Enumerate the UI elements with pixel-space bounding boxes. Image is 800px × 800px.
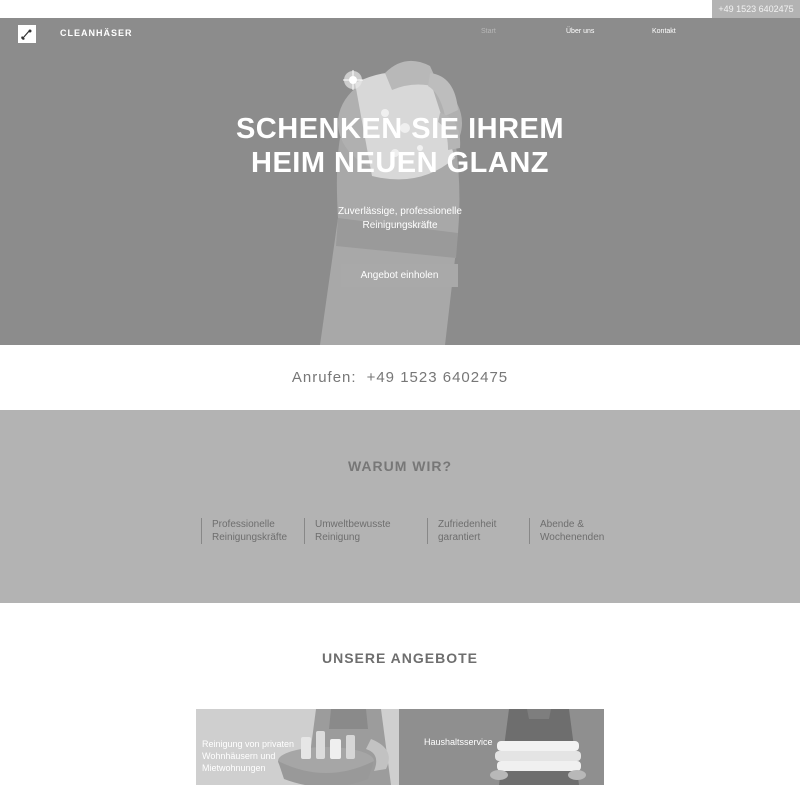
hero-subtitle-line-2: Reinigungskräfte [362, 220, 438, 231]
offer-card-label: Reinigung von privaten Wohnhäusern und M… [202, 738, 294, 774]
hero-subtitle: Zuverlässige, professionelle Reinigungsk… [0, 205, 800, 233]
gloved-hand-sponge-image [320, 60, 462, 345]
why-item-line-2: Wochenenden [540, 532, 605, 543]
brand-logo[interactable] [18, 25, 36, 43]
hero-title: SCHENKEN SIE IHREM HEIM NEUEN GLANZ [0, 112, 800, 180]
why-item: Zufriedenheit garantiert [427, 518, 496, 544]
hero-subtitle-line-1: Zuverlässige, professionelle [338, 206, 462, 217]
top-bar: +49 1523 6402475 [0, 0, 800, 18]
why-item-line-1: Zufriedenheit [438, 519, 497, 530]
call-phone[interactable]: +49 1523 6402475 [367, 369, 509, 386]
why-item: Professionelle Reinigungskräfte [201, 518, 287, 544]
topbar-phone[interactable]: +49 1523 6402475 [712, 0, 800, 18]
offer-card-label: Haushaltsservice [424, 737, 493, 747]
why-item-line-2: Reinigungskräfte [212, 532, 288, 543]
why-title: WARUM WIR? [347, 458, 453, 474]
call-label: Anrufen: [291, 369, 357, 386]
brand-name[interactable]: CLEANHÄSER [60, 28, 133, 38]
broom-logo-icon [21, 29, 32, 40]
offers-title: UNSERE ANGEBOTE [321, 650, 479, 666]
why-item-line-1: Umweltbewusste [315, 519, 391, 530]
nav-start[interactable]: Start [481, 28, 496, 35]
nav-contact[interactable]: Kontakt [652, 28, 676, 35]
get-quote-button[interactable]: Angebot einholen [341, 264, 458, 287]
offer-card-residential[interactable]: Reinigung von privaten Wohnhäusern und M… [196, 709, 399, 785]
why-item: Umweltbewusste Reinigung [304, 518, 391, 544]
hero-title-line-2: HEIM NEUEN GLANZ [251, 147, 549, 179]
why-section: WARUM WIR? Professionelle Reinigungskräf… [0, 410, 800, 603]
hero-title-line-1: SCHENKEN SIE IHREM [235, 113, 565, 145]
offer-card-label-line-3: Mietwohnungen [202, 763, 266, 773]
hero-section: CLEANHÄSER Start Über uns Kontakt SCHENK… [0, 18, 800, 345]
why-item-line-2: garantiert [438, 532, 481, 543]
offer-card-label-line-1: Reinigung von privaten [202, 739, 295, 749]
why-item-line-1: Professionelle [212, 519, 275, 530]
offer-card-label-line-2: Wohnhäusern und [202, 751, 276, 761]
why-item-line-2: Reinigung [315, 532, 361, 543]
why-item-line-1: Abende & [540, 519, 584, 530]
nav-about[interactable]: Über uns [566, 28, 594, 35]
offer-card-household[interactable]: Haushaltsservice [399, 709, 604, 785]
why-item: Abende & Wochenenden [529, 518, 604, 544]
call-strip: Anrufen: +49 1523 6402475 [0, 345, 800, 410]
